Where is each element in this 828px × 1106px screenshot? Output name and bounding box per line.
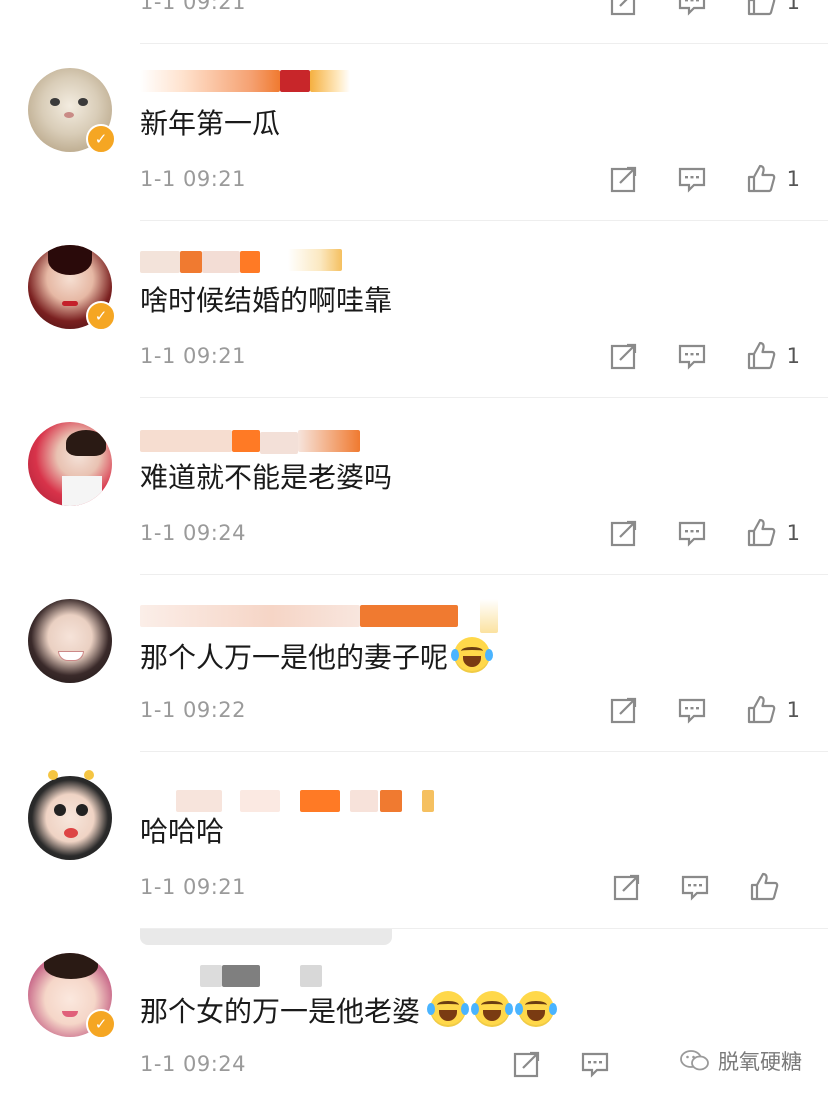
reply-button[interactable] — [677, 341, 707, 371]
comment-item: 难道就不能是老婆吗 1-1 09:24 1 — [0, 398, 828, 575]
reply-button[interactable] — [677, 164, 707, 194]
like-count: 1 — [786, 698, 800, 722]
avatar[interactable] — [28, 770, 112, 860]
comment-item: 1-1 09:21 1 — [0, 0, 828, 44]
share-icon — [513, 1051, 540, 1078]
share-button[interactable] — [609, 341, 639, 371]
laugh-cry-emoji-icon — [427, 991, 470, 1027]
share-icon — [610, 520, 636, 547]
like-button[interactable]: 1 — [745, 694, 800, 726]
share-icon — [610, 697, 636, 724]
wechat-logo-icon — [680, 1050, 709, 1071]
comment-item: ✓ 那个女的万一是他老婆 1-1 09:24 — [0, 929, 828, 1106]
verified-badge-icon: ✓ — [86, 301, 116, 331]
share-icon — [610, 166, 636, 193]
thumbs-up-icon — [747, 518, 775, 547]
avatar[interactable] — [28, 422, 112, 506]
username-redacted — [140, 599, 500, 633]
comment-time: 1-1 09:24 — [140, 521, 246, 545]
comment-text: 啥时候结婚的啊哇靠 — [140, 284, 393, 317]
share-button[interactable] — [609, 695, 639, 725]
comment-actions: 1 — [609, 161, 800, 197]
comment-item: ✓ 新年第一瓜 1-1 09:21 1 — [0, 44, 828, 221]
comment-icon — [678, 0, 705, 16]
share-icon — [613, 874, 640, 901]
comment-time: 1-1 09:22 — [140, 698, 246, 722]
comment-item: 那个人万一是他的妻子呢 1-1 09:22 1 — [0, 575, 828, 752]
comment-icon — [681, 875, 709, 901]
watermark-text: 脱氧硬糖 — [718, 1050, 802, 1074]
scroll-shadow — [140, 929, 392, 945]
laugh-cry-emoji-icon — [451, 637, 494, 673]
comment-text: 新年第一瓜 — [140, 107, 281, 140]
watermark: 脱氧硬糖 — [680, 1046, 802, 1076]
username-redacted — [140, 245, 500, 273]
avatar[interactable]: ✓ — [28, 68, 116, 154]
comment-time: 1-1 09:21 — [140, 0, 246, 14]
comment-text-body: 那个女的万一是他老婆 — [140, 995, 421, 1028]
share-button[interactable] — [609, 0, 639, 17]
username-redacted — [140, 68, 500, 94]
comment-icon — [581, 1052, 609, 1078]
share-button[interactable] — [612, 872, 642, 902]
comment-actions: 1 — [609, 0, 800, 20]
verified-badge-icon: ✓ — [86, 1009, 116, 1039]
comment-time: 1-1 09:24 — [140, 1052, 246, 1076]
share-button[interactable] — [512, 1049, 542, 1079]
like-button[interactable]: 1 — [745, 340, 800, 372]
laugh-cry-emoji-icon — [471, 991, 514, 1027]
thumbs-up-icon — [747, 695, 775, 724]
comment-text: 难道就不能是老婆吗 — [140, 461, 393, 494]
avatar[interactable]: ✓ — [28, 245, 116, 331]
reply-button[interactable] — [580, 1049, 610, 1079]
comment-time: 1-1 09:21 — [140, 875, 246, 899]
share-button[interactable] — [609, 518, 639, 548]
avatar[interactable] — [28, 599, 112, 683]
comment-actions: 1 — [609, 692, 800, 728]
username-redacted — [140, 776, 500, 812]
username-redacted — [140, 953, 500, 987]
like-button[interactable]: 1 — [745, 517, 800, 549]
laugh-cry-emoji-icon — [515, 991, 558, 1027]
reply-button[interactable] — [677, 695, 707, 725]
comment-icon — [678, 698, 705, 724]
thumbs-up-icon — [747, 0, 775, 16]
like-button[interactable]: 1 — [745, 0, 800, 18]
comment-actions: 1 — [609, 338, 800, 374]
like-count: 1 — [786, 167, 800, 191]
like-button[interactable] — [748, 871, 798, 903]
comment-text: 那个女的万一是他老婆 — [140, 991, 558, 1030]
comment-actions — [512, 1046, 610, 1082]
comment-item: ✓ 啥时候结婚的啊哇靠 1-1 09:21 1 — [0, 221, 828, 398]
thumbs-up-icon — [750, 872, 779, 901]
comment-icon — [678, 521, 705, 547]
comment-text-body: 那个人万一是他的妻子呢 — [140, 641, 449, 674]
thumbs-up-icon — [747, 341, 775, 370]
like-count: 1 — [786, 344, 800, 368]
share-icon — [610, 343, 636, 370]
reply-button[interactable] — [677, 0, 707, 17]
comment-text: 哈哈哈 — [140, 815, 225, 848]
comment-icon — [678, 344, 705, 370]
username-redacted — [140, 422, 500, 454]
thumbs-up-icon — [747, 164, 775, 193]
comment-icon — [678, 167, 705, 193]
verified-badge-icon: ✓ — [86, 124, 116, 154]
reply-button[interactable] — [677, 518, 707, 548]
like-button[interactable]: 1 — [745, 163, 800, 195]
comment-actions — [612, 869, 798, 905]
comment-time: 1-1 09:21 — [140, 344, 246, 368]
share-icon — [610, 0, 635, 16]
comment-time: 1-1 09:21 — [140, 167, 246, 191]
comment-list: 1-1 09:21 1 ✓ 新年第一瓜 1-1 09:21 1 ✓ 啥时候结婚的… — [0, 0, 828, 1098]
like-count: 1 — [786, 0, 800, 14]
comment-actions: 1 — [609, 515, 800, 551]
comment-text: 那个人万一是他的妻子呢 — [140, 637, 494, 676]
avatar[interactable]: ✓ — [28, 953, 116, 1039]
comment-item: 哈哈哈 1-1 09:21 — [0, 752, 828, 929]
share-button[interactable] — [609, 164, 639, 194]
like-count: 1 — [786, 521, 800, 545]
reply-button[interactable] — [680, 872, 710, 902]
